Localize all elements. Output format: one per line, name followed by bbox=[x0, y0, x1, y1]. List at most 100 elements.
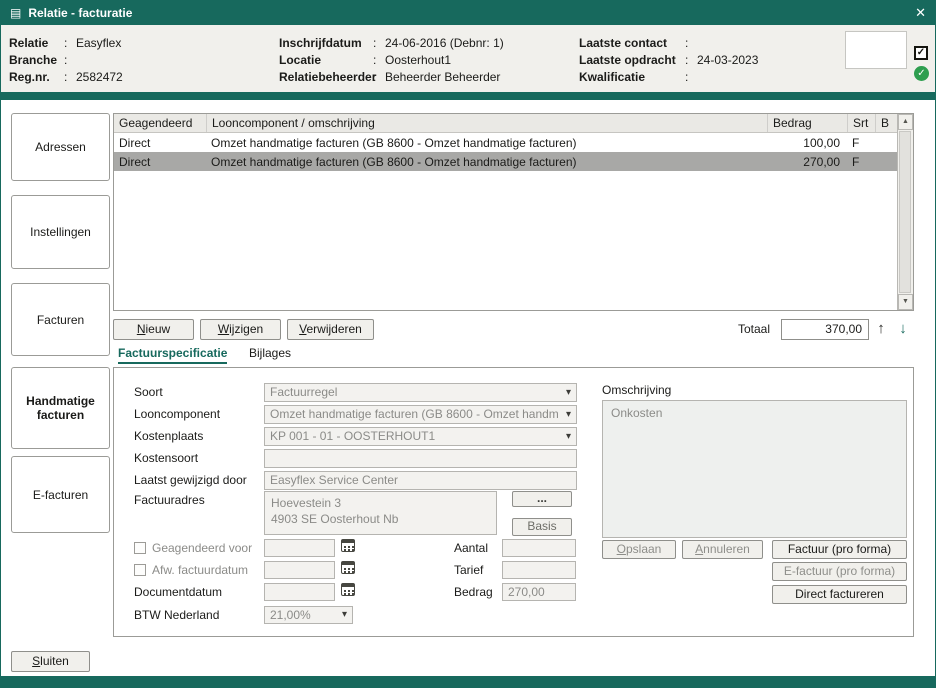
afw-factuurdatum-checkbox[interactable] bbox=[134, 564, 146, 576]
cell-omschrijving: Omzet handmatige facturen (GB 8600 - Omz… bbox=[206, 136, 767, 150]
col-header-looncomponent: Looncomponent / omschrijving bbox=[206, 114, 767, 132]
afw-factuurdatum-date-field[interactable] bbox=[264, 561, 335, 579]
sidebar-item-e-facturen[interactable]: E-facturen bbox=[11, 456, 110, 533]
e-factuur-pro-forma-button[interactable]: E-factuur (pro forma) bbox=[772, 562, 907, 581]
soort-label: Soort bbox=[134, 383, 163, 402]
table-row-selected[interactable]: Direct Omzet handmatige facturen (GB 860… bbox=[114, 152, 897, 171]
colon: : bbox=[373, 36, 385, 50]
laatste-contact-label: Laatste contact bbox=[579, 36, 685, 50]
scrollbar-thumb[interactable] bbox=[899, 131, 911, 293]
table-row[interactable]: Direct Omzet handmatige facturen (GB 860… bbox=[114, 133, 897, 152]
cell-bedrag: 100,00 bbox=[767, 136, 847, 150]
nieuw-button[interactable]: Nieuw bbox=[113, 319, 194, 340]
tarief-field[interactable] bbox=[502, 561, 576, 579]
col-header-srt: Srt bbox=[847, 114, 875, 132]
opslaan-button-label: Opslaan bbox=[617, 541, 662, 558]
documentdatum-calendar-icon[interactable] bbox=[341, 583, 357, 599]
inschrijfdatum-label: Inschrijfdatum bbox=[279, 36, 373, 50]
geagendeerd-voor-calendar-icon[interactable] bbox=[341, 539, 357, 555]
documentdatum-date-field[interactable] bbox=[264, 583, 335, 601]
colon: : bbox=[373, 70, 385, 84]
tab-factuurspecificatie[interactable]: Factuurspecificatie bbox=[118, 346, 227, 364]
aantal-label: Aantal bbox=[454, 539, 488, 557]
bedrag-label: Bedrag bbox=[454, 583, 493, 601]
cell-geagendeerd: Direct bbox=[114, 155, 206, 169]
col-header-bedrag: Bedrag bbox=[767, 114, 847, 132]
soort-select[interactable]: Factuurregel ▾ bbox=[264, 383, 577, 402]
colon: : bbox=[685, 36, 697, 50]
scroll-down-icon[interactable]: ▼ bbox=[898, 294, 913, 310]
checked-checkbox-icon[interactable]: ✓ bbox=[914, 46, 928, 60]
factuuradres-field: Hoevestein 3 4903 SE Oosterhout Nb bbox=[264, 491, 497, 535]
locatie-value: Oosterhout1 bbox=[385, 53, 451, 67]
kostenplaats-select-value: KP 001 - 01 - OOSTERHOUT1 bbox=[270, 428, 562, 445]
wijzigen-button[interactable]: Wijzigen bbox=[200, 319, 281, 340]
annuleren-button-label: Annuleren bbox=[695, 541, 750, 558]
inschrijfdatum-value: 24-06-2016 (Debnr: 1) bbox=[385, 36, 504, 50]
sidebar-item-handmatige-facturen[interactable]: Handmatige facturen bbox=[11, 367, 110, 449]
colon: : bbox=[685, 53, 697, 67]
kostenplaats-select[interactable]: KP 001 - 01 - OOSTERHOUT1 ▾ bbox=[264, 427, 577, 446]
window-icon: ▤ bbox=[10, 6, 21, 20]
header-col-2: Inschrijfdatum:24-06-2016 (Debnr: 1) Loc… bbox=[279, 34, 504, 85]
sidebar-item-label: Adressen bbox=[35, 140, 86, 154]
geagendeerd-voor-date-field[interactable] bbox=[264, 539, 335, 557]
sidebar-item-instellingen[interactable]: Instellingen bbox=[11, 195, 110, 269]
col-header-geagendeerd: Geagendeerd bbox=[114, 114, 206, 132]
direct-factureren-button[interactable]: Direct factureren bbox=[772, 585, 907, 604]
btw-label: BTW Nederland bbox=[134, 606, 219, 625]
geagendeerd-voor-checkbox[interactable] bbox=[134, 542, 146, 554]
cell-srt: F bbox=[847, 136, 875, 150]
sidebar-item-facturen[interactable]: Facturen bbox=[11, 283, 110, 356]
looncomponent-select[interactable]: Omzet handmatige facturen (GB 8600 - Omz… bbox=[264, 405, 577, 424]
omschrijving-textarea[interactable]: Onkosten bbox=[602, 400, 907, 538]
kostenplaats-label: Kostenplaats bbox=[134, 427, 203, 446]
sluiten-button[interactable]: Sluiten bbox=[11, 651, 90, 672]
vertical-scrollbar[interactable]: ▲ ▼ bbox=[897, 114, 913, 310]
aantal-field[interactable] bbox=[502, 539, 576, 557]
annuleren-button[interactable]: Annuleren bbox=[682, 540, 763, 559]
tab-bijlages[interactable]: Bijlages bbox=[249, 346, 291, 360]
scroll-up-icon[interactable]: ▲ bbox=[898, 114, 913, 130]
invoice-lines-grid: Geagendeerd Looncomponent / omschrijving… bbox=[113, 113, 914, 311]
adres-more-button[interactable]: ... bbox=[512, 491, 572, 507]
sidebar-item-adressen[interactable]: Adressen bbox=[11, 113, 110, 181]
regnr-label: Reg.nr. bbox=[9, 70, 64, 84]
cell-bedrag: 270,00 bbox=[767, 155, 847, 169]
btw-select[interactable]: 21,00% ▾ bbox=[264, 606, 353, 624]
relatie-label: Relatie bbox=[9, 36, 64, 50]
looncomponent-select-value: Omzet handmatige facturen (GB 8600 - Omz… bbox=[270, 406, 562, 423]
chevron-down-icon: ▾ bbox=[342, 607, 347, 623]
cell-srt: F bbox=[847, 155, 875, 169]
basis-button[interactable]: Basis bbox=[512, 518, 572, 536]
move-down-icon[interactable]: ↓ bbox=[893, 318, 913, 340]
sidebar-item-label: E-facturen bbox=[33, 488, 88, 502]
chevron-down-icon: ▾ bbox=[566, 384, 571, 401]
afw-factuurdatum-calendar-icon[interactable] bbox=[341, 561, 357, 577]
bedrag-field[interactable]: 270,00 bbox=[502, 583, 576, 601]
kostensoort-label: Kostensoort bbox=[134, 449, 198, 468]
cell-geagendeerd: Direct bbox=[114, 136, 206, 150]
nieuw-button-label: Nieuw bbox=[137, 320, 170, 339]
relatiebeheerder-value: Beheerder Beheerder bbox=[385, 70, 500, 84]
kwalificatie-label: Kwalificatie bbox=[579, 70, 685, 84]
verwijderen-button-label: Verwijderen bbox=[299, 320, 362, 339]
regnr-value: 2582472 bbox=[76, 70, 123, 84]
locatie-label: Locatie bbox=[279, 53, 373, 67]
omschrijving-label: Omschrijving bbox=[602, 383, 671, 397]
factuurspecificatie-panel: Soort Factuurregel ▾ Looncomponent Omzet… bbox=[113, 367, 914, 637]
kostensoort-field[interactable] bbox=[264, 449, 577, 468]
colon: : bbox=[64, 36, 76, 50]
close-icon[interactable]: ✕ bbox=[915, 5, 926, 21]
move-up-icon[interactable]: ↑ bbox=[871, 318, 891, 340]
looncomponent-label: Looncomponent bbox=[134, 405, 220, 424]
opslaan-button[interactable]: Opslaan bbox=[602, 540, 676, 559]
sidebar-item-label: Instellingen bbox=[30, 225, 91, 239]
verwijderen-button[interactable]: Verwijderen bbox=[287, 319, 374, 340]
factuur-pro-forma-button[interactable]: Factuur (pro forma) bbox=[772, 540, 907, 559]
wijzigen-button-label: Wijzigen bbox=[218, 320, 263, 339]
relatie-facturatie-window: ▤ Relatie - facturatie ✕ Relatie:Easyfle… bbox=[0, 0, 936, 688]
laatst-gewijzigd-field: Easyflex Service Center bbox=[264, 471, 577, 490]
bottom-bar bbox=[1, 676, 935, 687]
totaal-label: Totaal bbox=[738, 322, 770, 336]
